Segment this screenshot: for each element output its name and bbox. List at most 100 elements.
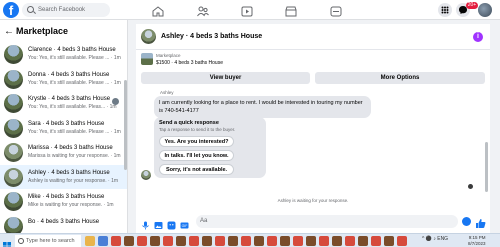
app-icon[interactable] (345, 236, 355, 246)
app-icon[interactable] (241, 236, 251, 246)
conversation-item-ashley[interactable]: Ashley · 4 beds 3 baths House Ashley is … (0, 164, 127, 189)
photo-icon[interactable] (154, 217, 163, 229)
chat-avatar[interactable] (141, 29, 156, 44)
conversation-item-mike[interactable]: Mike · 4 beds 3 baths House Mike is wait… (0, 189, 127, 214)
app-icon[interactable] (98, 236, 108, 246)
view-buyer-button[interactable]: View buyer (141, 72, 310, 84)
app-icon[interactable] (111, 236, 121, 246)
conversation-title: Ashley · 4 beds 3 baths House (28, 169, 110, 176)
app-icon[interactable] (124, 236, 134, 246)
read-receipt-avatar (112, 98, 119, 105)
notification-badge: 20+ (466, 2, 478, 9)
conversation-item-krystle[interactable]: Krystle · 4 beds 3 baths House You: Yes,… (0, 91, 127, 116)
conversation-title: Sara · 4 beds 3 baths House (28, 120, 105, 127)
like-icon[interactable] (475, 216, 486, 228)
conversation-snippet: Mike is waiting for your response. · 1m (28, 202, 114, 208)
conversation-item-sara[interactable]: Sara · 4 beds 3 baths House You: Yes, it… (0, 116, 127, 141)
listing-label: Marketplace (156, 53, 181, 58)
listing-thumbnail (4, 216, 23, 233)
app-icon[interactable] (150, 236, 160, 246)
listing-thumbnail (4, 192, 23, 211)
info-icon[interactable]: i (473, 32, 483, 42)
app-icon[interactable] (319, 236, 329, 246)
listing-price-title: $1500 · 4 beds 3 baths House (156, 60, 223, 66)
clock-date: 8/7/2023 (468, 241, 486, 246)
emoji-icon[interactable] (462, 217, 471, 226)
friends-icon[interactable] (197, 4, 209, 17)
chat-window: Ashley · 4 beds 3 baths House i Marketpl… (136, 24, 490, 233)
windows-start-icon[interactable] (3, 237, 11, 247)
windows-taskbar: Type here to search ^ ⚫ ♪ ENG 9:15 PM 8/… (0, 233, 500, 247)
conversation-snippet: You: Yes, it's still available. Please .… (28, 79, 121, 86)
marketplace-icon[interactable] (285, 4, 297, 17)
conversation-item-clarence[interactable]: Clarence · 4 beds 3 baths House You: Yes… (0, 42, 127, 67)
waiting-status: Ashley is waiting for your response. (277, 198, 349, 203)
microphone-icon[interactable] (141, 217, 150, 230)
app-icon[interactable] (189, 236, 199, 246)
conversation-item-bo[interactable]: Bo · 4 beds 3 baths House (0, 214, 127, 233)
app-icon[interactable] (85, 236, 95, 246)
listing-thumbnail (4, 69, 23, 89)
video-icon[interactable] (241, 4, 253, 17)
conversation-item-donna[interactable]: Donna · 4 beds 3 baths House You: Yes, i… (0, 67, 127, 92)
taskbar-clock[interactable]: 9:15 PM 8/7/2023 (468, 235, 486, 247)
sender-name: Ashley (160, 90, 174, 95)
app-icon[interactable] (267, 236, 277, 246)
taskbar-search-input[interactable]: Type here to search (15, 235, 81, 247)
app-icon[interactable] (384, 236, 394, 246)
sender-avatar (141, 170, 151, 180)
app-icon[interactable] (371, 236, 381, 246)
home-icon[interactable] (152, 4, 164, 17)
conversation-snippet: Ashley is waiting for your response. · 1… (28, 177, 119, 184)
quick-response-yes[interactable]: Yes. Are you interested? (159, 136, 234, 147)
app-icon[interactable] (254, 236, 264, 246)
conversation-item-marissa[interactable]: Marissa · 4 beds 3 baths House Marissa i… (0, 140, 127, 165)
svg-text:GIF: GIF (182, 224, 188, 228)
listing-thumbnail (4, 45, 23, 64)
message-input[interactable]: Aa (196, 215, 458, 228)
listing-summary[interactable]: Marketplace $1500 · 4 beds 3 baths House (136, 50, 490, 70)
quick-response-in-talks[interactable]: In talks. I'll let you know. (159, 150, 234, 161)
app-icon[interactable] (293, 236, 303, 246)
seen-indicator (468, 184, 473, 189)
more-options-button[interactable]: More Options (315, 72, 485, 84)
app-icon[interactable] (176, 236, 186, 246)
back-arrow-icon[interactable]: ← (4, 26, 16, 37)
inbox-scrollbar[interactable] (124, 80, 127, 170)
listing-thumbnail (4, 167, 23, 187)
app-icon[interactable] (137, 236, 147, 246)
conversation-snippet: Marissa is waiting for your response. · … (28, 153, 121, 159)
chat-title[interactable]: Ashley · 4 beds 3 baths House (161, 33, 262, 40)
listing-thumbnail (4, 118, 23, 138)
app-icon[interactable] (228, 236, 238, 246)
quick-response-not-available[interactable]: Sorry, it's not available. (159, 164, 234, 175)
conversation-snippet: You: Yes, it's still available. Please .… (28, 55, 121, 61)
chat-header: Ashley · 4 beds 3 baths House i (136, 24, 490, 50)
panel-header: ← Marketplace (0, 20, 127, 42)
app-icon[interactable] (280, 236, 290, 246)
quick-response-card: Send a quick response Tap a response to … (154, 117, 266, 178)
gaming-icon[interactable] (330, 4, 342, 17)
top-navigation-bar: f Search Facebook 20+ (0, 0, 500, 20)
system-tray[interactable]: ^ ⚫ ♪ ENG (422, 236, 448, 242)
facebook-logo[interactable]: f (3, 2, 19, 18)
app-icon[interactable] (332, 236, 342, 246)
app-icon[interactable] (306, 236, 316, 246)
message-composer: GIF Aa (136, 211, 490, 233)
search-input[interactable]: Search Facebook (22, 3, 110, 17)
search-placeholder: Search Facebook (38, 7, 86, 13)
conversation-snippet (28, 225, 127, 227)
panel-title: Marketplace (16, 26, 69, 36)
chat-scrollbar[interactable] (485, 142, 488, 192)
menu-grid-icon[interactable] (438, 3, 452, 17)
gif-icon[interactable]: GIF (180, 217, 189, 229)
conversation-title: Donna · 4 beds 3 baths House (28, 71, 110, 78)
app-icon[interactable] (202, 236, 212, 246)
profile-avatar[interactable] (478, 3, 492, 17)
app-icon[interactable] (215, 236, 225, 246)
app-icon[interactable] (358, 236, 368, 246)
sticker-icon[interactable] (167, 217, 176, 230)
chat-actions: View buyer More Options (136, 70, 490, 86)
app-icon[interactable] (163, 236, 173, 246)
app-icon[interactable] (397, 236, 407, 246)
